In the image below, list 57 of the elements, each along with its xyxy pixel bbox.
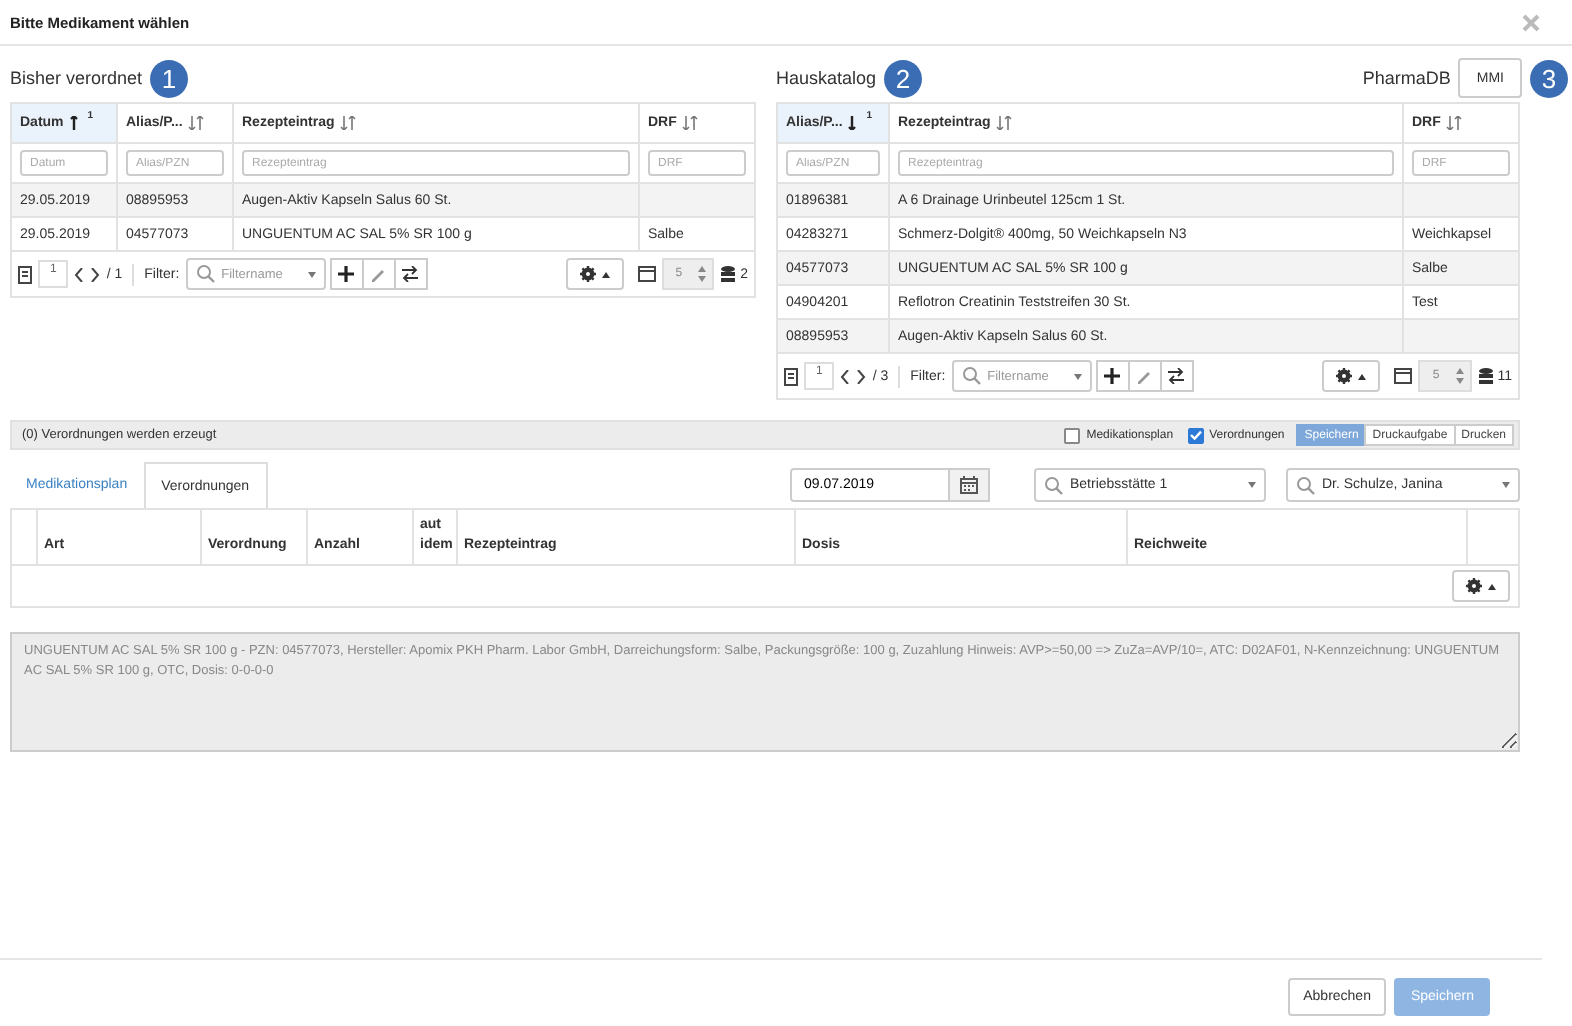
previous-page-icon[interactable] [74,267,85,281]
settings-icon [1336,368,1353,384]
search-icon [1296,475,1316,495]
plus-icon [1104,368,1121,384]
database-icon [1477,368,1494,384]
swap-icon [402,266,419,282]
settings-button[interactable] [565,258,624,290]
spinner-icon [1455,368,1464,384]
settings-button[interactable] [1452,570,1510,602]
step-badge: 3 [1530,59,1568,97]
page-icon [18,265,32,283]
sort-icon[interactable] [188,116,205,130]
caret-up-icon [1358,373,1367,379]
caret-icon [1248,482,1256,488]
panel-title: Bisher verordnet [10,68,143,88]
search-icon [1044,475,1064,495]
add-button[interactable] [329,258,364,290]
caret-up-icon [1488,583,1496,589]
columns-icon[interactable] [1394,368,1413,384]
caret-up-icon [601,271,610,277]
database-icon [720,266,737,282]
swap-button[interactable] [1159,360,1194,392]
checkbox[interactable] [1187,427,1204,443]
calendar-icon [960,476,978,494]
sort-icon[interactable] [682,116,699,130]
plus-icon [338,266,355,282]
caret-icon [307,271,316,277]
sort-icon[interactable] [1446,116,1463,130]
swap-button[interactable] [393,258,428,290]
previous-page-icon[interactable] [840,369,851,383]
pencil-icon [1136,368,1153,384]
settings-icon [1466,578,1482,594]
search-icon [195,264,216,284]
sort-icon[interactable] [996,116,1013,130]
caret-icon [1502,482,1510,488]
next-page-icon[interactable] [856,369,867,383]
settings-button[interactable] [1322,360,1381,392]
step-badge: 2 [884,59,923,97]
columns-icon[interactable] [637,266,656,282]
spinner-icon [698,266,707,282]
search-icon [961,366,982,386]
checkmark-icon [1189,430,1202,440]
page-icon [784,367,798,385]
sort-rank: 1 [866,110,873,122]
settings-icon [579,266,596,282]
sort-icon[interactable] [340,116,357,130]
panel-title: Hauskatalog [776,68,877,88]
calendar-button[interactable] [950,468,990,502]
next-page-icon[interactable] [90,267,101,281]
checkbox[interactable] [1064,427,1081,443]
sort-rank: 1 [87,110,94,122]
pencil-icon [370,266,387,282]
swap-icon [1168,368,1185,384]
source-label: PharmaDB [1362,68,1451,88]
step-badge: 1 [150,59,189,97]
caret-icon [1073,373,1082,379]
add-button[interactable] [1095,360,1130,392]
